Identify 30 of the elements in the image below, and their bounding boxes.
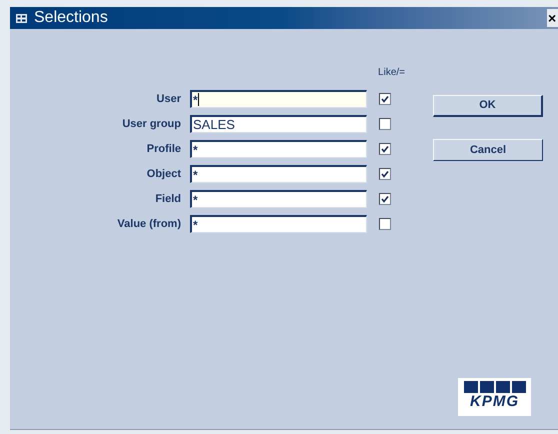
checkmark-icon xyxy=(381,145,389,153)
text-field[interactable]: * xyxy=(190,165,367,183)
text-field[interactable]: * xyxy=(190,140,367,158)
cancel-button[interactable]: Cancel xyxy=(433,139,543,161)
like-checkbox[interactable] xyxy=(379,218,391,230)
checkmark-icon xyxy=(381,195,389,203)
field-label: Field xyxy=(154,192,181,207)
like-checkbox[interactable] xyxy=(379,193,391,205)
like-checkbox[interactable] xyxy=(379,118,391,130)
form-icon xyxy=(16,14,27,22)
close-button[interactable]: × xyxy=(547,9,558,27)
field-label: Profile xyxy=(146,142,181,157)
ok-button[interactable]: OK xyxy=(433,95,543,117)
text-field[interactable]: SALES xyxy=(190,115,367,133)
logo-blocks-icon xyxy=(464,381,526,393)
like-checkbox[interactable] xyxy=(379,93,391,105)
logo-text: KPMG xyxy=(470,394,519,409)
like-checkbox[interactable] xyxy=(379,168,391,180)
like-checkbox[interactable] xyxy=(379,143,391,155)
window-title: Selections xyxy=(34,10,108,26)
checkmark-icon xyxy=(381,95,389,103)
field-label: Object xyxy=(146,166,181,182)
field-label: Value (from) xyxy=(116,216,181,232)
text-field[interactable]: * xyxy=(190,215,367,233)
column-header: Like/= xyxy=(378,66,405,80)
text-field[interactable]: * xyxy=(190,90,367,108)
text-field[interactable]: * xyxy=(190,190,367,208)
field-label: User group xyxy=(121,116,181,132)
field-label: User xyxy=(156,92,181,107)
checkmark-icon xyxy=(381,170,389,178)
